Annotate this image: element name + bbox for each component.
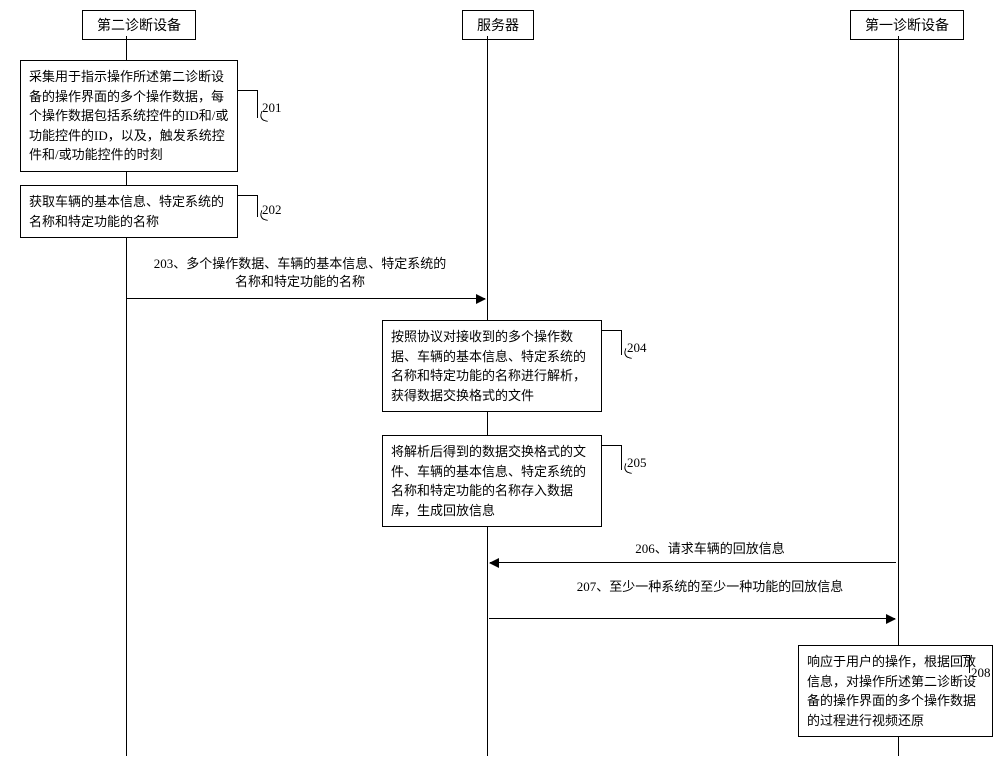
lane-header-mid: 服务器 — [462, 10, 534, 40]
connector-204 — [602, 330, 622, 355]
step-204-box: 按照协议对接收到的多个操作数据、车辆的基本信息、特定系统的名称和特定功能的名称进… — [382, 320, 602, 412]
connector-201 — [238, 90, 258, 118]
step-201-label: 201 — [262, 100, 282, 116]
msg-203-arrow — [127, 298, 485, 299]
step-205-label: 205 — [627, 455, 647, 471]
msg-203-label: 203、多个操作数据、车辆的基本信息、特定系统的名称和特定功能的名称 — [150, 255, 450, 291]
step-202-box: 获取车辆的基本信息、特定系统的名称和特定功能的名称 — [20, 185, 238, 238]
msg-207-label: 207、至少一种系统的至少一种功能的回放信息 — [560, 578, 860, 596]
msg-207-arrow — [489, 618, 895, 619]
msg-206-label: 206、请求车辆的回放信息 — [560, 540, 860, 558]
step-201-box: 采集用于指示操作所述第二诊断设备的操作界面的多个操作数据，每个操作数据包括系统控… — [20, 60, 238, 172]
connector-202 — [238, 195, 258, 217]
lane-header-left: 第二诊断设备 — [82, 10, 196, 40]
connector-208 — [962, 655, 970, 673]
step-208-label: 208 — [971, 665, 991, 681]
step-205-box: 将解析后得到的数据交换格式的文件、车辆的基本信息、特定系统的名称和特定功能的名称… — [382, 435, 602, 527]
step-202-label: 202 — [262, 202, 282, 218]
msg-206-arrow — [490, 562, 896, 563]
connector-205 — [602, 445, 622, 470]
lane-header-right: 第一诊断设备 — [850, 10, 964, 40]
step-204-label: 204 — [627, 340, 647, 356]
